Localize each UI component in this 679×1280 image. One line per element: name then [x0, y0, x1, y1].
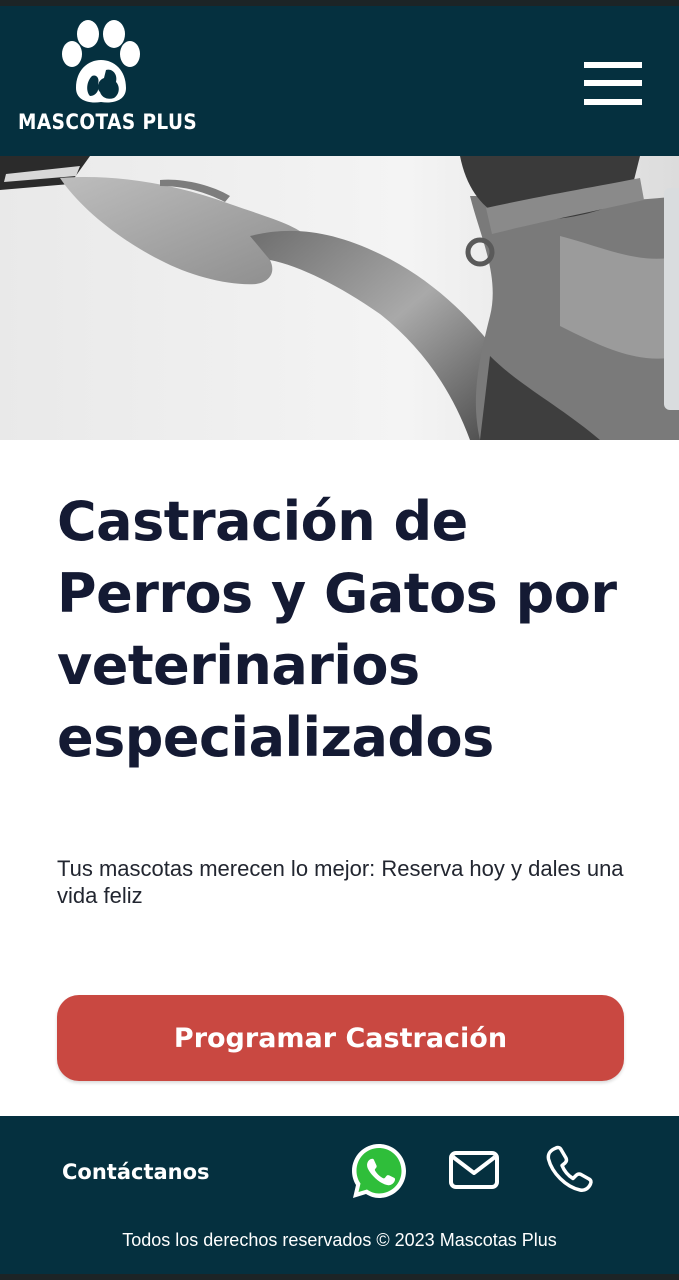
schedule-castration-button[interactable]: Programar Castración	[57, 995, 624, 1081]
site-header: MASCOTAS PLUS	[0, 6, 679, 156]
page-subtitle: Tus mascotas merecen lo mejor: Reserva h…	[57, 856, 624, 908]
hero-image	[0, 156, 679, 440]
page-headline: Castración de Perros y Gatos por veterin…	[57, 490, 617, 769]
bottom-edge	[0, 1274, 679, 1280]
copyright-text: Todos los derechos reservados © 2023 Mas…	[122, 1230, 557, 1250]
phone-icon[interactable]	[544, 1144, 594, 1194]
brand-name: MASCOTAS PLUS	[18, 110, 198, 134]
brand-logo[interactable]: MASCOTAS PLUS	[18, 18, 198, 143]
whatsapp-icon[interactable]	[348, 1140, 410, 1202]
mail-icon[interactable]	[448, 1150, 500, 1190]
site-footer: Contáctanos Todos los derechos reservado…	[0, 1116, 679, 1274]
scroll-indicator[interactable]	[664, 188, 679, 410]
contact-label: Contáctanos	[62, 1160, 210, 1184]
hamburger-menu-icon[interactable]	[584, 62, 644, 110]
paw-pet-icon	[62, 20, 140, 103]
